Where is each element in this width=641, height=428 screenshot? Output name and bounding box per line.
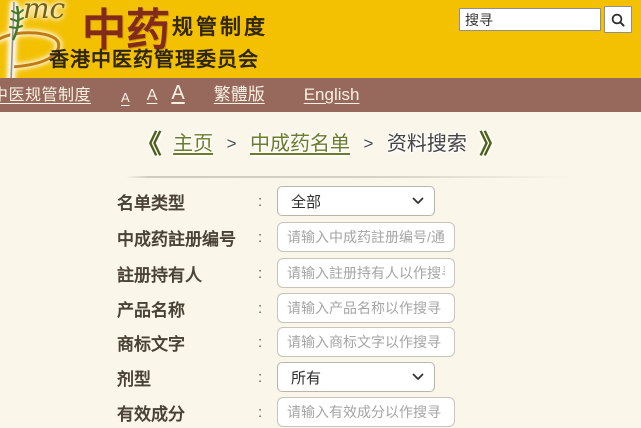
- form-row-list-type: 名单类型 : 全部: [117, 186, 435, 216]
- site-title-suffix: 规管制度: [172, 16, 268, 39]
- form-row-certificate-holder: 註册持有人 :: [117, 258, 455, 288]
- top-nav: 中医规管制度 A A A 繁體版 English: [0, 78, 641, 112]
- nav-item-english[interactable]: English: [304, 85, 360, 105]
- registration-number-input[interactable]: [277, 222, 455, 252]
- field-label: 产品名称: [117, 300, 185, 320]
- breadcrumb-pcm-list-link[interactable]: 中成药名单: [250, 133, 350, 155]
- field-label: 商标文字: [117, 334, 185, 354]
- field-label: 註册持有人: [117, 265, 202, 285]
- field-label: 中成药註册编号: [117, 229, 236, 249]
- nav-font-size-medium-button[interactable]: A: [147, 87, 158, 105]
- form-row-dosage-form: 剂型 : 所有: [117, 362, 435, 392]
- field-colon: :: [258, 333, 263, 351]
- trademark-text-input[interactable]: [277, 327, 455, 357]
- product-name-input[interactable]: [277, 293, 455, 323]
- field-label: 有效成分: [117, 404, 185, 424]
- site-subtitle: 香港中医药管理委员会: [49, 49, 259, 71]
- svg-text:mc: mc: [23, 0, 66, 25]
- field-colon: :: [258, 192, 263, 210]
- chevron-down-icon: [412, 197, 424, 204]
- form-row-active-ingredient: 有效成分 :: [117, 397, 455, 427]
- form-row-trademark-text: 商标文字 :: [117, 327, 455, 357]
- nav-font-size-small-button[interactable]: A: [121, 90, 130, 105]
- certificate-holder-input[interactable]: [277, 258, 455, 288]
- breadcrumb-separator: >: [226, 134, 237, 153]
- field-colon: :: [258, 264, 263, 282]
- breadcrumb-home-link[interactable]: 主页: [173, 133, 213, 155]
- field-colon: :: [258, 403, 263, 421]
- nav-font-size-large-button[interactable]: A: [171, 82, 184, 105]
- field-label: 名单类型: [117, 193, 185, 213]
- form-row-registration-number: 中成药註册编号 :: [117, 222, 455, 252]
- site-search: [459, 6, 632, 33]
- active-ingredient-input[interactable]: [277, 397, 455, 427]
- nav-item-traditional-chinese[interactable]: 繁體版: [214, 80, 265, 105]
- field-colon: :: [258, 368, 263, 386]
- search-button[interactable]: [604, 6, 632, 33]
- search-input[interactable]: [459, 8, 601, 31]
- breadcrumb-current-page: 资料搜索: [386, 133, 467, 155]
- site-header: mc 中药 规管制度 香港中医药管理委员会: [0, 0, 641, 83]
- search-icon: [611, 13, 625, 27]
- chevron-down-icon: [412, 373, 424, 380]
- breadcrumb: 《 主页 > 中成药名单 > 资料搜索 》: [0, 127, 641, 161]
- breadcrumb-open-mark: 《: [135, 129, 162, 159]
- field-colon: :: [258, 299, 263, 317]
- dosage-form-selected-value: 所有: [291, 369, 322, 387]
- dosage-form-select[interactable]: 所有: [277, 362, 435, 392]
- field-label: 剂型: [117, 369, 151, 389]
- breadcrumb-separator: >: [363, 134, 374, 153]
- page: mc 中药 规管制度 香港中医药管理委员会 中医规管制度 A A A 繁體版: [0, 0, 641, 428]
- form-top-divider: [126, 176, 588, 178]
- field-colon: :: [258, 228, 263, 246]
- form-row-product-name: 产品名称 :: [117, 293, 455, 323]
- list-type-selected-value: 全部: [291, 193, 322, 211]
- breadcrumb-close-mark: 》: [479, 129, 506, 159]
- list-type-select[interactable]: 全部: [277, 186, 435, 216]
- nav-item-cm-regulatory-system[interactable]: 中医规管制度: [0, 81, 91, 105]
